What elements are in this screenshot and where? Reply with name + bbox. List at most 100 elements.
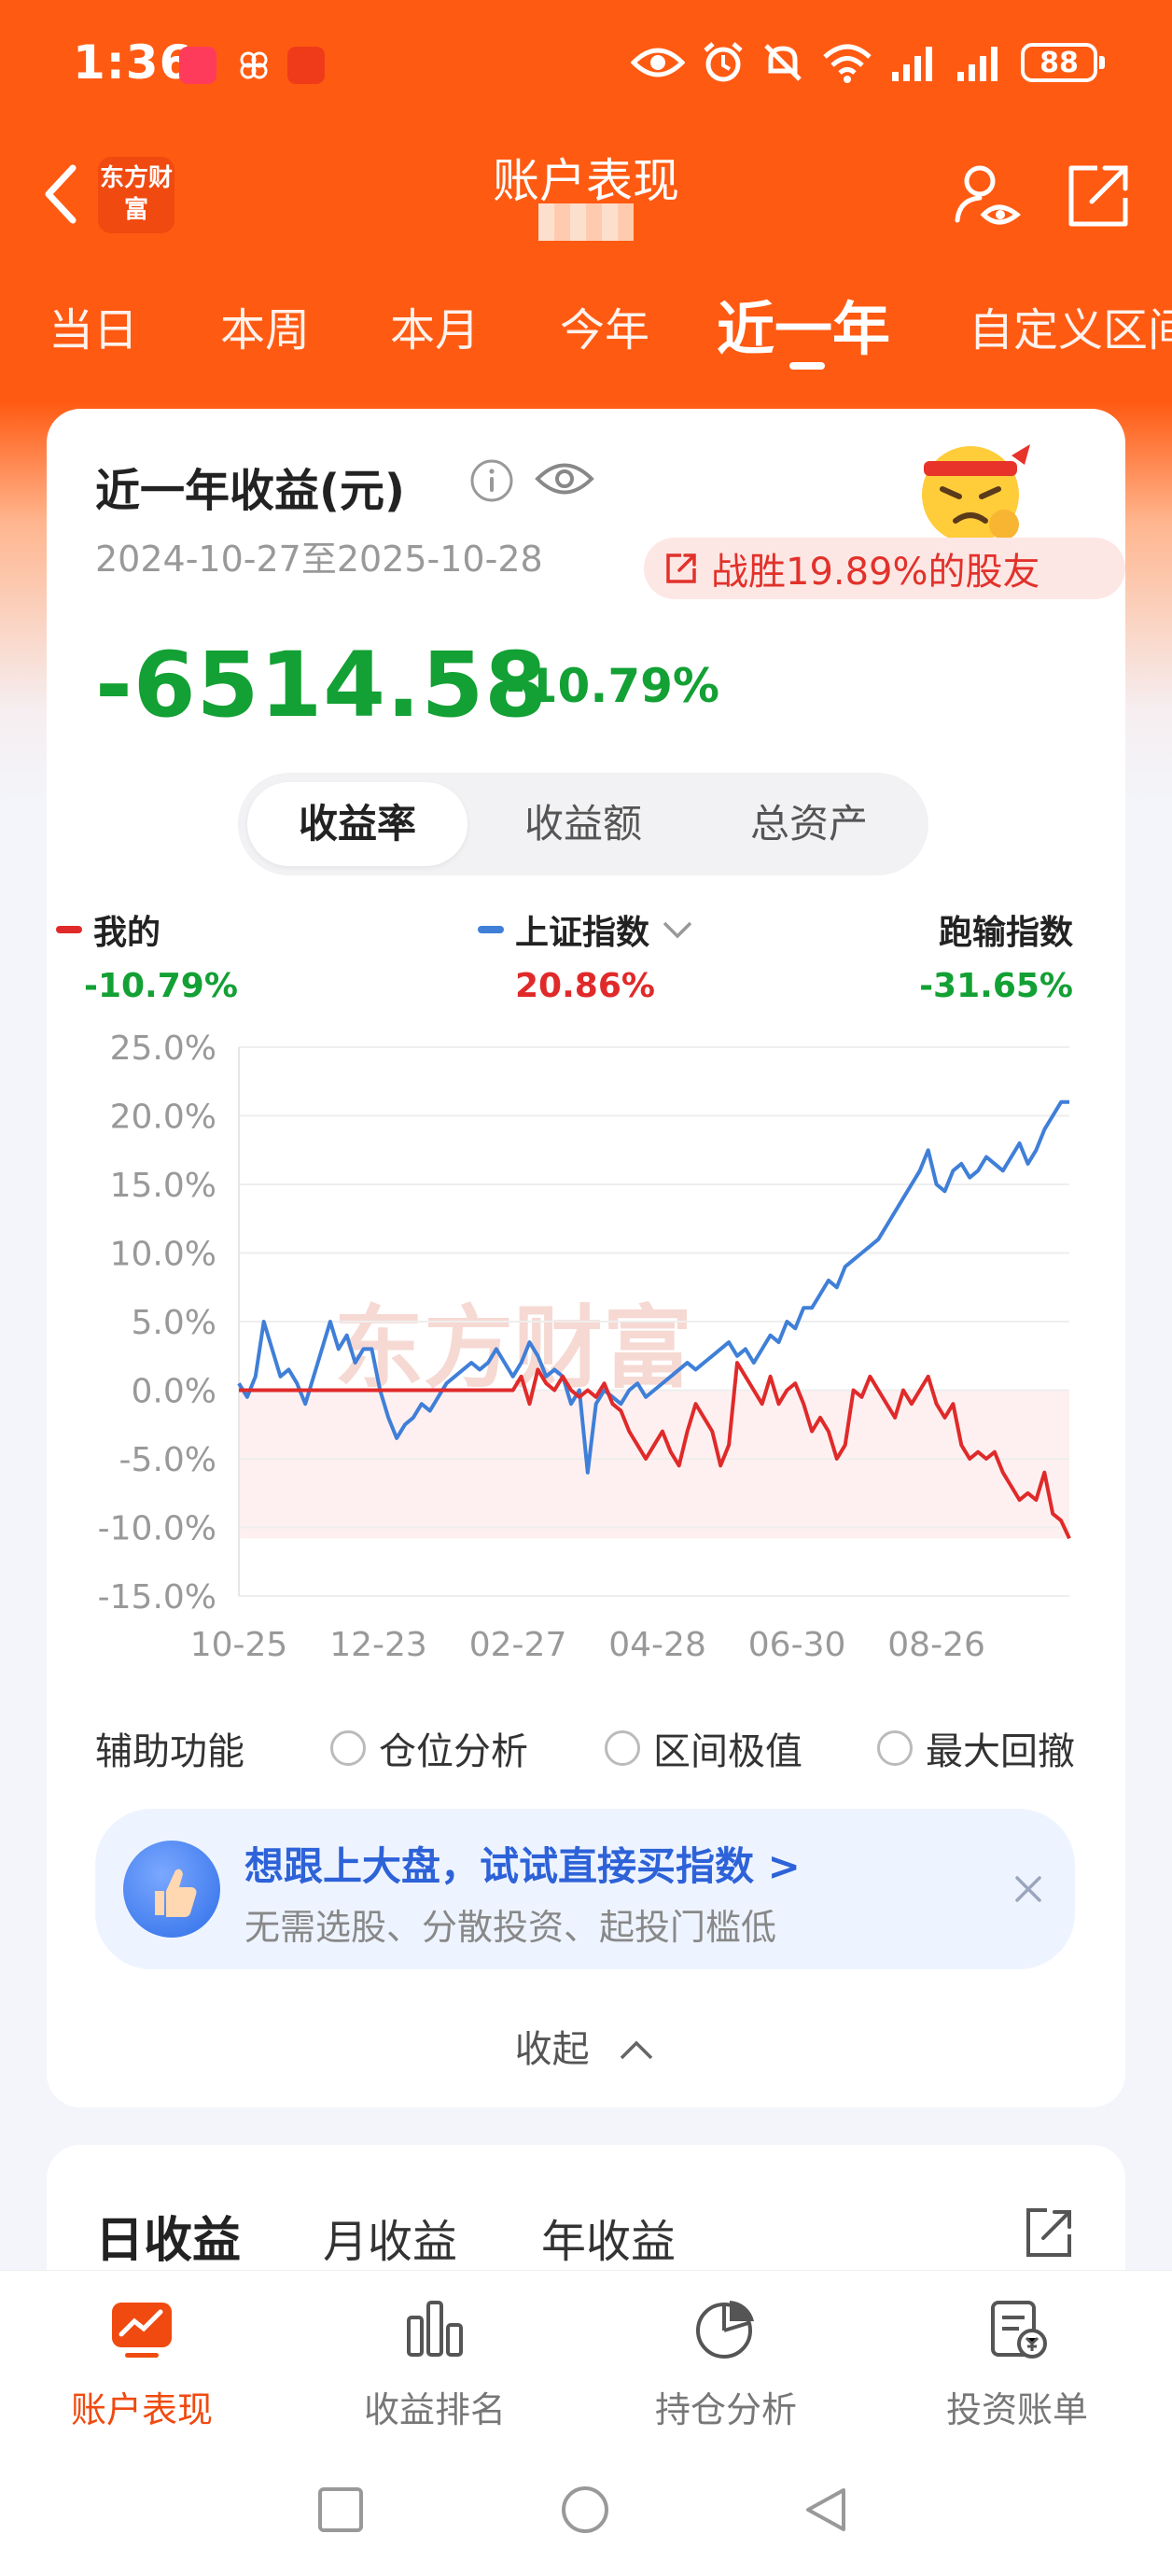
bottom-navigation: 账户表现 收益排名 持仓分析 投资账单 (0, 2270, 1172, 2438)
alarm-icon (704, 42, 743, 82)
huawei-app-icon (179, 47, 216, 84)
battery-level: 88 (1039, 46, 1079, 79)
nav-holdings-analysis-label: 持仓分析 (654, 2389, 797, 2430)
legend-mine-value: -10.79% (84, 967, 238, 1005)
loss-band (239, 1390, 1069, 1539)
beat-text: 战胜19.89%的股友 (711, 551, 1040, 594)
tab-week[interactable]: 本周 (220, 293, 310, 358)
home-icon[interactable] (560, 2485, 610, 2535)
tab-monthly-earnings[interactable]: 月收益 (323, 2205, 457, 2270)
y-tick-label: -15.0% (98, 1578, 216, 1617)
flower-icon (240, 51, 268, 79)
tab-month[interactable]: 本月 (390, 293, 480, 358)
eye-comfort-icon (631, 48, 685, 77)
tab-this-year[interactable]: 今年 (560, 293, 649, 358)
legend-underperform-value: -31.65% (919, 967, 1073, 1005)
bill-icon (991, 2301, 1047, 2359)
system-navigation-bar (0, 2438, 1172, 2576)
legend-mine-swatch (56, 926, 82, 933)
aux-option-range-extreme[interactable]: 区间极值 (605, 1721, 802, 1775)
x-tick-label: 12-23 (329, 1626, 427, 1664)
metric-segment-control: 收益率 收益额 总资产 (238, 773, 928, 875)
signal-icon (892, 47, 932, 81)
nav-earnings-ranking[interactable]: 收益排名 (332, 2293, 537, 2432)
privacy-user-icon[interactable] (950, 159, 1025, 233)
y-tick-label: -10.0% (98, 1510, 216, 1548)
nav-account-performance-label: 账户表现 (70, 2389, 213, 2430)
nav-investment-bill[interactable]: 投资账单 (914, 2293, 1120, 2432)
signal-icon-2 (957, 47, 998, 81)
nav-investment-bill-label: 投资账单 (945, 2389, 1088, 2430)
wifi-icon (823, 44, 872, 83)
radio-icon[interactable] (605, 1730, 640, 1766)
y-tick-label: 15.0% (110, 1167, 216, 1205)
segment-return-rate[interactable]: 收益率 (247, 782, 467, 866)
return-line-chart[interactable]: 东方财富25.0%20.0%15.0%10.0%5.0%0.0%-5.0%-10… (47, 1025, 1125, 1664)
legend-index-value: 20.86% (515, 967, 655, 1005)
collapse-label: 收起 (514, 2028, 590, 2071)
back-nav-icon[interactable] (801, 2485, 851, 2535)
date-range: 2024-10-27至2025-10-28 (95, 539, 543, 580)
pie-chart-icon (696, 2301, 754, 2359)
nav-account-performance[interactable]: 账户表现 (39, 2293, 244, 2432)
close-icon[interactable] (1010, 1870, 1047, 1908)
recent-apps-icon[interactable] (315, 2485, 366, 2535)
x-tick-label: 06-30 (748, 1626, 846, 1664)
total-profit-percent: -10.79% (506, 659, 720, 713)
beat-percentage-badge[interactable]: 战胜19.89%的股友 (644, 538, 1125, 599)
y-tick-label: 10.0% (110, 1236, 216, 1274)
segment-return-amount[interactable]: 收益额 (473, 782, 693, 866)
share-out-icon[interactable] (1060, 159, 1135, 233)
status-bar: 1:36 88 (0, 0, 1172, 131)
aux-option-range-extreme-label: 区间极值 (653, 1730, 802, 1773)
x-tick-label: 10-25 (190, 1626, 288, 1664)
active-tab-indicator (789, 362, 825, 370)
paper-plane-app-icon (287, 47, 325, 84)
aux-label: 辅助功能 (95, 1730, 244, 1773)
promo-title[interactable]: 想跟上大盘，试试直接买指数 > (244, 1835, 801, 1892)
period-tabs: 当日 本周 本月 今年 近一年 自定义区间 (0, 271, 1172, 392)
profit-title: 近一年收益(元) (95, 465, 405, 517)
chevron-down-icon[interactable] (659, 916, 696, 944)
status-icons: 88 (631, 41, 1105, 84)
tab-today[interactable]: 当日 (49, 293, 138, 358)
tab-daily-earnings[interactable]: 日收益 (95, 2201, 241, 2271)
legend-index-swatch (478, 926, 504, 933)
info-icon[interactable] (468, 457, 515, 504)
performance-card: 近一年收益(元) 2024-10-27至2025-10-28 战胜19.89%的… (47, 409, 1125, 2107)
radio-icon[interactable] (877, 1730, 913, 1766)
y-tick-label: 5.0% (132, 1304, 216, 1342)
thumbs-up-icon (123, 1841, 220, 1938)
app-header: 东方财富 账户表现 (0, 131, 1172, 271)
legend-index-label: 上证指数 (515, 914, 650, 952)
nav-earnings-ranking-label: 收益排名 (363, 2389, 506, 2430)
status-time: 1:36 (73, 35, 193, 90)
legend-mine: 我的 -10.79% (56, 905, 238, 1005)
chevron-up-icon (621, 2040, 653, 2060)
index-promo-banner[interactable]: 想跟上大盘，试试直接买指数 > 无需选股、分散投资、起投门槛低 (95, 1809, 1075, 1969)
tab-yearly-earnings[interactable]: 年收益 (541, 2205, 676, 2270)
nav-holdings-analysis[interactable]: 持仓分析 (623, 2293, 829, 2432)
promo-subtitle: 无需选股、分散投资、起投门槛低 (244, 1907, 777, 1948)
aux-option-position-label: 仓位分析 (379, 1730, 528, 1773)
legend-mine-label: 我的 (93, 914, 161, 952)
tab-last-year[interactable]: 近一年 (717, 282, 890, 366)
aux-functions-row: 辅助功能 仓位分析 区间极值 最大回撤 (95, 1715, 1084, 1781)
y-tick-label: -5.0% (119, 1441, 216, 1479)
angry-emoji-mascot (922, 444, 1030, 543)
share-icon[interactable] (1019, 2203, 1079, 2262)
eye-icon[interactable] (534, 455, 595, 502)
legend-underperform: 跑输指数 -31.65% (919, 905, 1073, 1005)
radio-icon[interactable] (330, 1730, 366, 1766)
segment-total-assets[interactable]: 总资产 (699, 782, 919, 866)
collapse-button[interactable]: 收起 (47, 2019, 1125, 2075)
aux-option-max-drawdown-label: 最大回撤 (926, 1730, 1075, 1773)
aux-option-position[interactable]: 仓位分析 (330, 1721, 528, 1775)
share-small-icon (666, 553, 696, 583)
x-tick-label: 08-26 (887, 1626, 985, 1664)
aux-option-max-drawdown[interactable]: 最大回撤 (877, 1721, 1075, 1775)
tab-custom-range[interactable]: 自定义区间 (969, 293, 1172, 358)
legend-underperform-label: 跑输指数 (938, 914, 1073, 952)
y-tick-label: 0.0% (132, 1373, 216, 1411)
legend-index[interactable]: 上证指数 20.86% (478, 905, 696, 1005)
